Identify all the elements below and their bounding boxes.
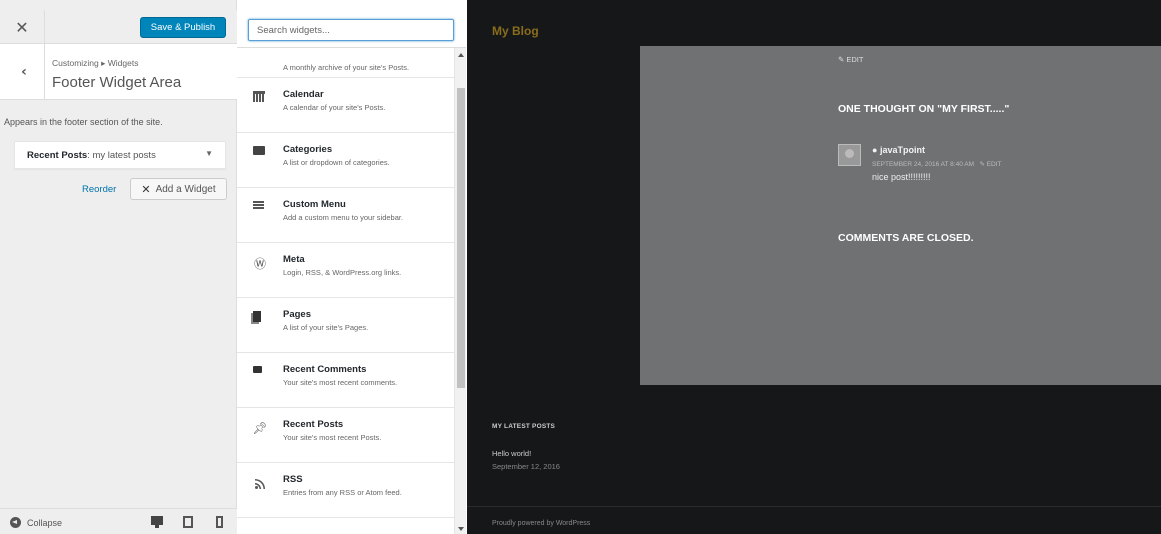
widget-list-scrollbar[interactable]: [454, 48, 466, 534]
desktop-preview-icon[interactable]: [151, 516, 163, 528]
widget-archives[interactable]: A monthly archive of your site's Posts.: [237, 48, 454, 78]
widget-name: Meta: [283, 254, 305, 265]
widget-custom-menu[interactable]: Custom Menu Add a custom menu to your si…: [237, 188, 454, 243]
widget-name: RSS: [283, 474, 303, 485]
back-button[interactable]: ‹: [0, 44, 45, 100]
rss-icon: [253, 476, 267, 490]
pin-icon: 📌︎: [252, 421, 268, 435]
pencil-icon: ✎: [975, 161, 987, 168]
widget-search-input[interactable]: [248, 19, 454, 41]
comment-author-name: javaTpoint: [879, 145, 925, 155]
customizer-panel: ✕ Save & Publish ‹ Customizing ▸ Widgets…: [0, 0, 237, 534]
widget-title: Recent Posts: my latest posts: [27, 150, 156, 161]
widget-pages[interactable]: Pages A list of your site's Pages.: [237, 298, 454, 353]
widget-list: A monthly archive of your site's Posts. …: [237, 48, 454, 534]
comment-text: nice post!!!!!!!!!: [872, 172, 931, 182]
section-title: Footer Widget Area: [52, 74, 182, 91]
comment-edit-link[interactable]: EDIT: [987, 161, 1002, 168]
widget-recent-posts[interactable]: Recent Posts: my latest posts ▼: [14, 141, 226, 169]
widget-name: Recent Posts: [283, 419, 344, 430]
widget-recent-comments[interactable]: Recent Comments Your site's most recent …: [237, 353, 454, 408]
footer-widget-title: MY LATEST POSTS: [492, 423, 556, 430]
widget-desc: Login, RSS, & WordPress.org links.: [283, 268, 402, 277]
customizer-footer: Collapse: [0, 508, 237, 534]
bullet-icon: ●: [872, 145, 880, 155]
widget-calendar[interactable]: Calendar A calendar of your site's Posts…: [237, 78, 454, 133]
powered-by[interactable]: Proudly powered by WordPress: [492, 520, 590, 527]
caret-down-icon[interactable]: ▼: [205, 149, 213, 158]
edit-label: EDIT: [846, 55, 864, 64]
widget-recent-posts[interactable]: 📌︎ Recent Posts Your site's most recent …: [237, 408, 454, 463]
widget-search-bar: [237, 10, 466, 48]
widget-name: Custom Menu: [283, 199, 346, 210]
comments-closed: COMMENTS ARE CLOSED.: [838, 232, 974, 244]
save-publish-button[interactable]: Save & Publish: [140, 17, 226, 38]
widget-desc: Entries from any RSS or Atom feed.: [283, 488, 402, 497]
pages-icon: [253, 311, 261, 322]
reorder-link[interactable]: Reorder: [82, 184, 116, 195]
comment-meta: SEPTEMBER 24, 2016 AT 8:40 AM ✎ EDIT: [872, 160, 1002, 168]
chevron-left-icon: ‹: [21, 64, 27, 80]
customizer-header: ✕ Save & Publish: [0, 10, 237, 44]
blog-title[interactable]: My Blog: [492, 24, 539, 38]
edit-post-link[interactable]: ✎ EDIT: [838, 55, 863, 64]
footer-post-link[interactable]: Hello world!: [492, 449, 531, 458]
widget-name: Calendar: [283, 89, 324, 100]
breadcrumb: Customizing ▸ Widgets: [52, 58, 139, 68]
footer-divider: [467, 506, 1161, 507]
add-widget-button[interactable]: ✕ Add a Widget: [130, 178, 227, 200]
widget-name: Categories: [283, 144, 333, 155]
comments-title: ONE THOUGHT ON "MY FIRST.....": [838, 103, 1010, 115]
widget-name: Pages: [283, 309, 311, 320]
add-x-icon: ✕: [141, 182, 151, 196]
tablet-preview-icon[interactable]: [183, 516, 193, 528]
widget-rss[interactable]: RSS Entries from any RSS or Atom feed.: [237, 463, 454, 518]
scroll-up-icon[interactable]: [458, 53, 464, 57]
site-preview: My Blog ✎ EDIT ONE THOUGHT ON "MY FIRST.…: [467, 0, 1161, 534]
widget-instance-title: : my latest posts: [87, 150, 156, 161]
add-widget-label: Add a Widget: [155, 183, 216, 195]
collapse-label[interactable]: Collapse: [27, 518, 62, 528]
footer-post-date: September 12, 2016: [492, 462, 560, 471]
widget-desc: A list or dropdown of categories.: [283, 158, 390, 167]
comment-date[interactable]: SEPTEMBER 24, 2016 AT 8:40 AM: [872, 161, 974, 168]
comment-icon: [253, 366, 262, 373]
widget-desc: Your site's most recent comments.: [283, 378, 398, 387]
widget-name: Recent Comments: [283, 364, 367, 375]
section-header: ‹ Customizing ▸ Widgets Footer Widget Ar…: [0, 44, 237, 100]
widget-categories[interactable]: Categories A list or dropdown of categor…: [237, 133, 454, 188]
mobile-preview-icon[interactable]: [216, 516, 223, 528]
scroll-down-icon[interactable]: [458, 527, 464, 531]
comment-author[interactable]: ● javaTpoint: [872, 145, 925, 155]
close-customizer-button[interactable]: ✕: [0, 10, 45, 44]
section-description: Appears in the footer section of the sit…: [4, 117, 163, 127]
scroll-thumb[interactable]: [457, 88, 465, 388]
widget-meta[interactable]: Ⓦ Meta Login, RSS, & WordPress.org links…: [237, 243, 454, 298]
wordpress-icon: Ⓦ: [253, 256, 266, 271]
widget-desc: A calendar of your site's Posts.: [283, 103, 386, 112]
widget-desc: A list of your site's Pages.: [283, 323, 369, 332]
widget-desc: A monthly archive of your site's Posts.: [283, 63, 410, 72]
post-content-area: ✎ EDIT ONE THOUGHT ON "MY FIRST....." ● …: [640, 46, 1161, 385]
collapse-icon[interactable]: [10, 517, 21, 528]
widget-desc: Add a custom menu to your sidebar.: [283, 213, 404, 222]
menu-icon: [253, 201, 264, 209]
avatar: [838, 144, 861, 166]
available-widgets-panel: A monthly archive of your site's Posts. …: [237, 10, 466, 534]
calendar-icon: [253, 91, 265, 102]
folder-icon: [253, 146, 265, 155]
close-icon: ✕: [15, 17, 29, 37]
widget-name: Recent Posts: [27, 150, 88, 161]
widget-desc: Your site's most recent Posts.: [283, 433, 382, 442]
